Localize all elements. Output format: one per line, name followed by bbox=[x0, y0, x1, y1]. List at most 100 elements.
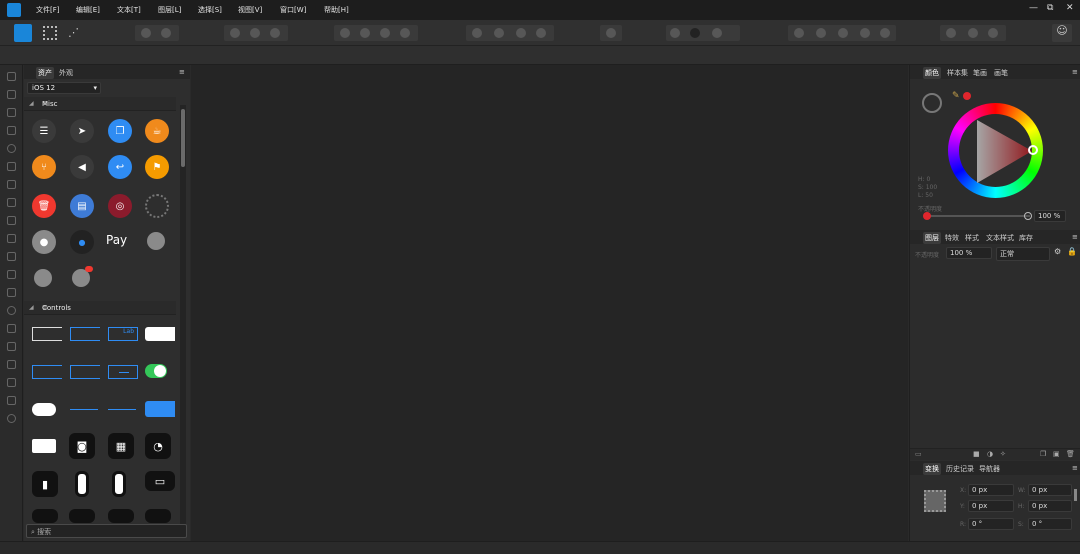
menu-window[interactable]: 窗口[W] bbox=[280, 5, 306, 15]
menu-file[interactable]: 文件[F] bbox=[36, 5, 60, 15]
zoom-tool-icon[interactable] bbox=[7, 414, 16, 423]
artboard-tool-icon[interactable] bbox=[7, 90, 16, 99]
tab-appearance[interactable]: 外观 bbox=[57, 67, 75, 79]
control-icon[interactable] bbox=[32, 509, 58, 523]
slider-track[interactable] bbox=[108, 409, 136, 410]
asset-search-input[interactable]: ⌕ 搜索 bbox=[26, 524, 187, 538]
restore-button[interactable]: ⧉ bbox=[1047, 3, 1053, 13]
menu-edit[interactable]: 编辑[E] bbox=[76, 5, 100, 15]
controls-section-header[interactable]: ◢ Controls ≡ bbox=[24, 301, 176, 315]
toolbar-group-6[interactable] bbox=[666, 25, 740, 41]
screen-mirroring-icon[interactable]: ▭ bbox=[145, 471, 175, 491]
tab-styles[interactable]: 样式 bbox=[963, 232, 981, 244]
speaker-icon[interactable]: ◀ bbox=[70, 155, 94, 179]
anchor-point-selector-icon[interactable] bbox=[924, 490, 946, 512]
assets-scrollbar[interactable] bbox=[180, 105, 186, 529]
close-button[interactable]: ✕ bbox=[1066, 3, 1074, 13]
list-icon[interactable]: ☰ bbox=[32, 119, 56, 143]
text-field-control[interactable] bbox=[108, 365, 138, 379]
link-proportions-icon[interactable] bbox=[1074, 489, 1077, 501]
transform-options-icon[interactable]: ≡ bbox=[1070, 463, 1080, 473]
toggle-switch-off[interactable] bbox=[32, 403, 56, 416]
paint-brush-tool-icon[interactable] bbox=[7, 198, 16, 207]
toolbar-group-2[interactable] bbox=[224, 25, 288, 41]
control-icon[interactable] bbox=[108, 509, 134, 523]
apple-pay-logo[interactable]: Pay bbox=[106, 233, 127, 247]
assets-options-icon[interactable]: ≡ bbox=[177, 67, 187, 77]
text-field-control[interactable] bbox=[70, 365, 100, 379]
document-canvas[interactable] bbox=[191, 65, 908, 541]
mask-layer-icon[interactable]: ■ bbox=[973, 450, 980, 458]
move-tool-icon[interactable] bbox=[7, 72, 16, 81]
transparency-tool-icon[interactable] bbox=[7, 234, 16, 243]
segmented-control[interactable] bbox=[145, 327, 175, 341]
h-field[interactable]: 0 px bbox=[1028, 500, 1072, 512]
pencil-tool-icon[interactable] bbox=[7, 144, 16, 153]
opacity-slider-handle[interactable] bbox=[1024, 212, 1032, 220]
tab-stroke[interactable]: 笔画 bbox=[971, 67, 989, 79]
labeled-field-control[interactable]: Lab bbox=[108, 327, 138, 341]
rotation-field[interactable]: 0 ° bbox=[968, 518, 1014, 530]
user-account-icon[interactable]: ☺ bbox=[1052, 24, 1072, 42]
export-persona-icon[interactable]: ⋰ bbox=[68, 26, 79, 39]
pixel-persona-icon[interactable] bbox=[43, 26, 57, 40]
timer-icon[interactable]: ◔ bbox=[145, 433, 171, 459]
section-options-icon[interactable]: ≡ bbox=[42, 99, 172, 107]
rectangle-tool-icon[interactable] bbox=[7, 288, 16, 297]
toolbar-group-8[interactable] bbox=[940, 25, 1006, 41]
device-thumbnail-icon[interactable] bbox=[72, 266, 93, 287]
camera-icon[interactable]: ◙ bbox=[69, 433, 95, 459]
control-icon[interactable] bbox=[69, 509, 95, 523]
hand-tool-icon[interactable] bbox=[7, 396, 16, 405]
w-field[interactable]: 0 px bbox=[1028, 484, 1072, 496]
fingerprint-icon[interactable]: ◎ bbox=[108, 194, 132, 218]
control-icon[interactable] bbox=[145, 509, 171, 523]
coffee-icon[interactable]: ☕ bbox=[145, 119, 169, 143]
node-tool-icon[interactable] bbox=[7, 108, 16, 117]
fill-tool-icon[interactable] bbox=[7, 216, 16, 225]
tab-history[interactable]: 历史记录 bbox=[944, 463, 976, 475]
add-layer-icon[interactable]: ❐ bbox=[1040, 450, 1046, 458]
color-options-icon[interactable]: ≡ bbox=[1070, 67, 1080, 77]
triangle-tool-icon[interactable] bbox=[7, 342, 16, 351]
menu-select[interactable]: 选择[S] bbox=[198, 5, 222, 15]
tab-stock[interactable]: 库存 bbox=[1017, 232, 1035, 244]
trash-icon[interactable]: 🗑 bbox=[32, 194, 56, 218]
text-tool-icon[interactable] bbox=[7, 360, 16, 369]
toolbar-group-3[interactable] bbox=[334, 25, 418, 41]
y-field[interactable]: 0 px bbox=[968, 500, 1014, 512]
group-layers-icon[interactable]: ▣ bbox=[1053, 450, 1060, 458]
text-field-control[interactable] bbox=[32, 365, 62, 379]
shear-field[interactable]: 0 ° bbox=[1028, 518, 1072, 530]
toolbar-group-7[interactable] bbox=[788, 25, 896, 41]
tab-transform[interactable]: 变换 bbox=[923, 463, 941, 475]
asset-set-dropdown[interactable]: iOS 12 ▾ bbox=[27, 82, 101, 94]
text-field-control[interactable] bbox=[70, 327, 100, 341]
calculator-icon[interactable]: ▦ bbox=[108, 433, 134, 459]
flashlight-icon[interactable]: ▮ bbox=[32, 471, 58, 497]
place-image-tool-icon[interactable] bbox=[7, 252, 16, 261]
tab-swatches[interactable]: 样本集 bbox=[945, 67, 970, 79]
menu-text[interactable]: 文本[T] bbox=[117, 5, 141, 15]
section-options-icon[interactable]: ≡ bbox=[42, 303, 172, 311]
layers-options-icon[interactable]: ≡ bbox=[1070, 232, 1080, 242]
menu-help[interactable]: 帮助[H] bbox=[324, 5, 349, 15]
opacity-slider[interactable] bbox=[926, 215, 1030, 217]
opacity-value[interactable]: 100 % bbox=[1034, 210, 1066, 222]
spinner-icon[interactable] bbox=[145, 194, 169, 218]
toolbar-group-4[interactable] bbox=[466, 25, 554, 41]
toolbar-group-1[interactable] bbox=[135, 25, 179, 41]
tab-navigator[interactable]: 导航器 bbox=[977, 463, 1002, 475]
tab-layers[interactable]: 图层 bbox=[923, 232, 941, 244]
slider-vertical-control[interactable] bbox=[112, 471, 126, 497]
avatar-icon[interactable]: ● bbox=[32, 230, 56, 254]
vector-brush-tool-icon[interactable] bbox=[7, 180, 16, 189]
hue-handle[interactable] bbox=[1028, 145, 1038, 155]
device-thumbnail-icon[interactable] bbox=[34, 269, 52, 287]
layer-opacity-dropdown[interactable]: 100 % bbox=[946, 247, 992, 259]
menu-view[interactable]: 视图[V] bbox=[238, 5, 262, 15]
rounded-rect-tool-icon[interactable] bbox=[7, 324, 16, 333]
app-logo-icon[interactable] bbox=[7, 3, 21, 17]
layer-settings-icon[interactable]: ▭ bbox=[915, 450, 922, 458]
designer-persona-icon[interactable] bbox=[14, 24, 32, 42]
